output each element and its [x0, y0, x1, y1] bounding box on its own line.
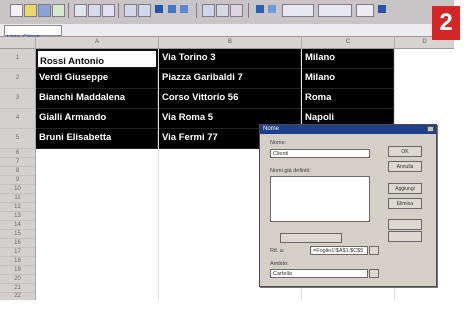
row-header[interactable]: 22 — [0, 293, 36, 300]
sort-asc-icon[interactable] — [168, 5, 176, 13]
column-header-a[interactable]: A — [36, 37, 159, 49]
bold-icon[interactable] — [378, 5, 386, 13]
row-header[interactable]: 14 — [0, 221, 36, 230]
dialog-action-button[interactable] — [280, 233, 342, 243]
table-cell[interactable]: Roma — [302, 89, 394, 109]
toolbar-separator — [118, 3, 119, 18]
map-icon[interactable] — [216, 4, 229, 17]
active-cell[interactable]: Rossi Antonio — [36, 49, 158, 69]
row-header[interactable]: 5 — [0, 129, 36, 149]
select-all-corner[interactable] — [0, 37, 36, 49]
table-cell[interactable]: Verdi Giuseppe — [36, 69, 158, 89]
delete-button[interactable]: Elimina — [388, 198, 422, 209]
range-dropdown-icon[interactable] — [369, 246, 379, 255]
defined-names-label: Nomi già definiti: — [270, 168, 311, 174]
paste-icon[interactable] — [102, 4, 115, 17]
row-header[interactable]: 4 — [0, 109, 36, 129]
new-icon[interactable] — [10, 4, 23, 17]
row-header[interactable]: 13 — [0, 212, 36, 221]
extra-button[interactable] — [388, 219, 422, 230]
column-header-c[interactable]: C — [302, 37, 395, 49]
table-cell[interactable]: Milano — [302, 69, 394, 89]
undo-icon[interactable] — [124, 4, 137, 17]
row-header[interactable]: 17 — [0, 248, 36, 257]
cut-icon[interactable] — [74, 4, 87, 17]
toolbar — [0, 0, 454, 25]
print-icon[interactable] — [52, 4, 65, 17]
zoom-icon[interactable] — [256, 5, 264, 13]
column-header-b[interactable]: B — [159, 37, 302, 49]
row-header[interactable]: 16 — [0, 239, 36, 248]
table-cell[interactable]: Gialli Armando — [36, 109, 158, 129]
row-header[interactable]: 1 — [0, 49, 36, 69]
row-header[interactable]: 8 — [0, 167, 36, 176]
copy-icon[interactable] — [88, 4, 101, 17]
range-input[interactable]: =Foglio1!$A$1:$C$5 — [310, 246, 368, 255]
scope-label: Ambito: — [270, 261, 289, 267]
chart-wizard-icon[interactable] — [202, 4, 215, 17]
toolbar-separator — [196, 3, 197, 18]
open-icon[interactable] — [24, 4, 37, 17]
table-cell[interactable]: Bianchi Maddalena — [36, 89, 158, 109]
toolbar-separator — [248, 3, 249, 18]
redo-icon[interactable] — [138, 4, 151, 17]
name-box[interactable]: Lista_Clienti — [4, 25, 62, 41]
cancel-button[interactable]: Annulla — [388, 161, 422, 172]
row-header[interactable]: 15 — [0, 230, 36, 239]
save-icon[interactable] — [38, 4, 51, 17]
ok-button[interactable]: OK — [388, 146, 422, 157]
table-cell[interactable]: Milano — [302, 49, 394, 69]
define-name-dialog: Nome Nome: Clienti Nomi già definiti: OK… — [259, 124, 437, 287]
font-select[interactable] — [318, 4, 352, 17]
spreadsheet-window: Lista_Clienti A B C D 1 2 3 4 5 6 7 8 9 … — [0, 0, 454, 300]
row-header[interactable]: 21 — [0, 284, 36, 293]
font-size-select[interactable] — [356, 4, 374, 17]
row-header[interactable]: 6 — [0, 149, 36, 158]
step-number-badge: 2 — [432, 6, 460, 40]
row-header[interactable]: 7 — [0, 158, 36, 167]
dialog-title-bar[interactable]: Nome — [260, 125, 436, 134]
row-header[interactable]: 19 — [0, 266, 36, 275]
defined-names-list[interactable] — [270, 176, 370, 222]
drawing-icon[interactable] — [230, 4, 243, 17]
scope-select[interactable]: Cartella — [270, 269, 368, 278]
small-button[interactable] — [388, 231, 422, 242]
table-cell[interactable]: Piazza Garibaldi 7 — [159, 69, 301, 89]
range-label: Rif. a: — [270, 248, 285, 254]
formula-bar: Lista_Clienti — [0, 24, 454, 41]
row-header[interactable]: 18 — [0, 257, 36, 266]
row-header[interactable]: 9 — [0, 176, 36, 185]
cell-name: Rossi Antonio — [40, 56, 105, 67]
help-icon[interactable] — [268, 5, 276, 13]
row-header[interactable]: 3 — [0, 89, 36, 109]
table-cell[interactable]: Bruni Elisabetta — [36, 129, 158, 149]
close-icon[interactable] — [427, 126, 434, 132]
row-header[interactable]: 10 — [0, 185, 36, 194]
sort-desc-icon[interactable] — [180, 5, 188, 13]
toolbar-separator — [68, 3, 69, 18]
row-header[interactable]: 2 — [0, 69, 36, 89]
sum-icon[interactable] — [155, 5, 163, 13]
dialog-title: Nome — [263, 126, 280, 132]
name-label: Nome: — [270, 140, 287, 146]
table-cell[interactable]: Corso Vittorio 56 — [159, 89, 301, 109]
name-input[interactable]: Clienti — [270, 149, 370, 158]
row-header[interactable]: 20 — [0, 275, 36, 284]
row-header[interactable]: 12 — [0, 203, 36, 212]
scope-dropdown-icon[interactable] — [369, 269, 379, 278]
table-cell[interactable]: Via Torino 3 — [159, 49, 301, 69]
zoom-select[interactable] — [282, 4, 314, 17]
add-button[interactable]: Aggiungi — [388, 183, 422, 194]
row-header[interactable]: 11 — [0, 194, 36, 203]
